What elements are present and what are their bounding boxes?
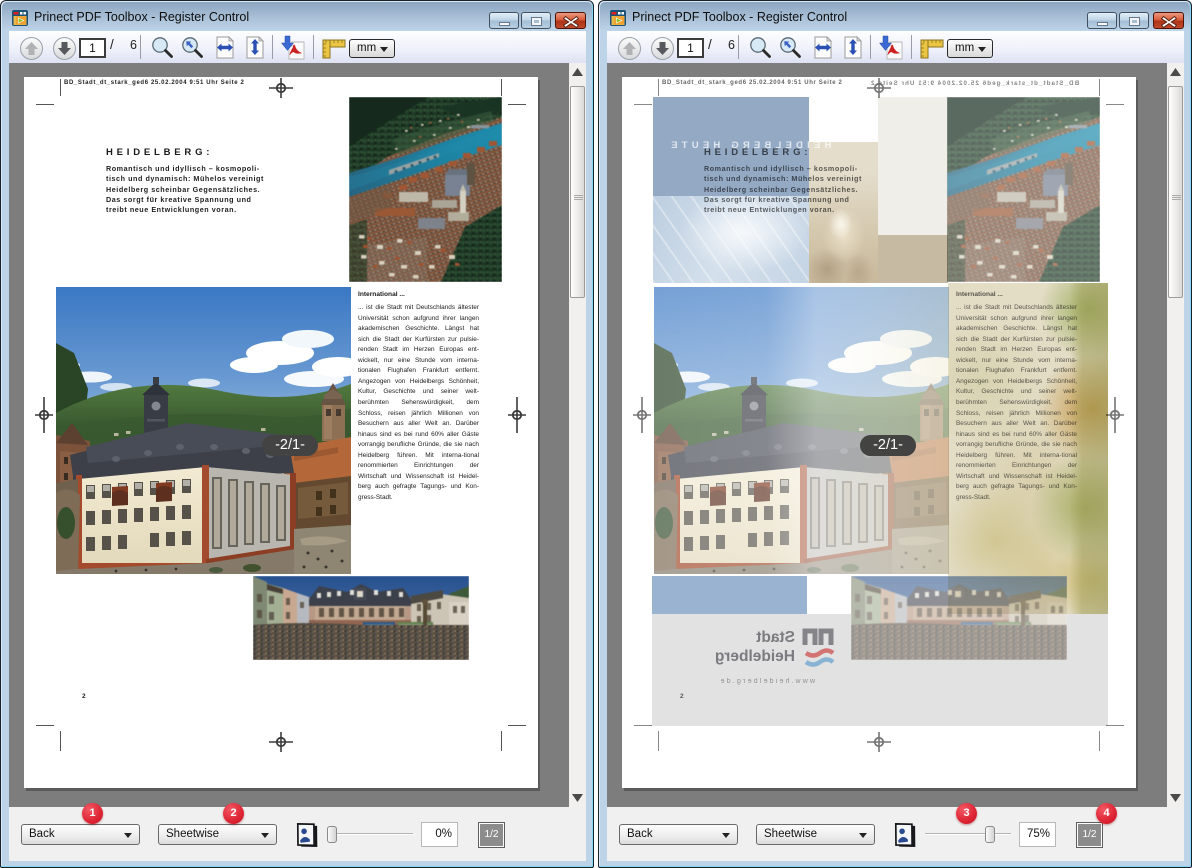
svg-text:Heidelberg: Heidelberg (715, 648, 795, 665)
svg-text:Stadt: Stadt (756, 629, 795, 646)
